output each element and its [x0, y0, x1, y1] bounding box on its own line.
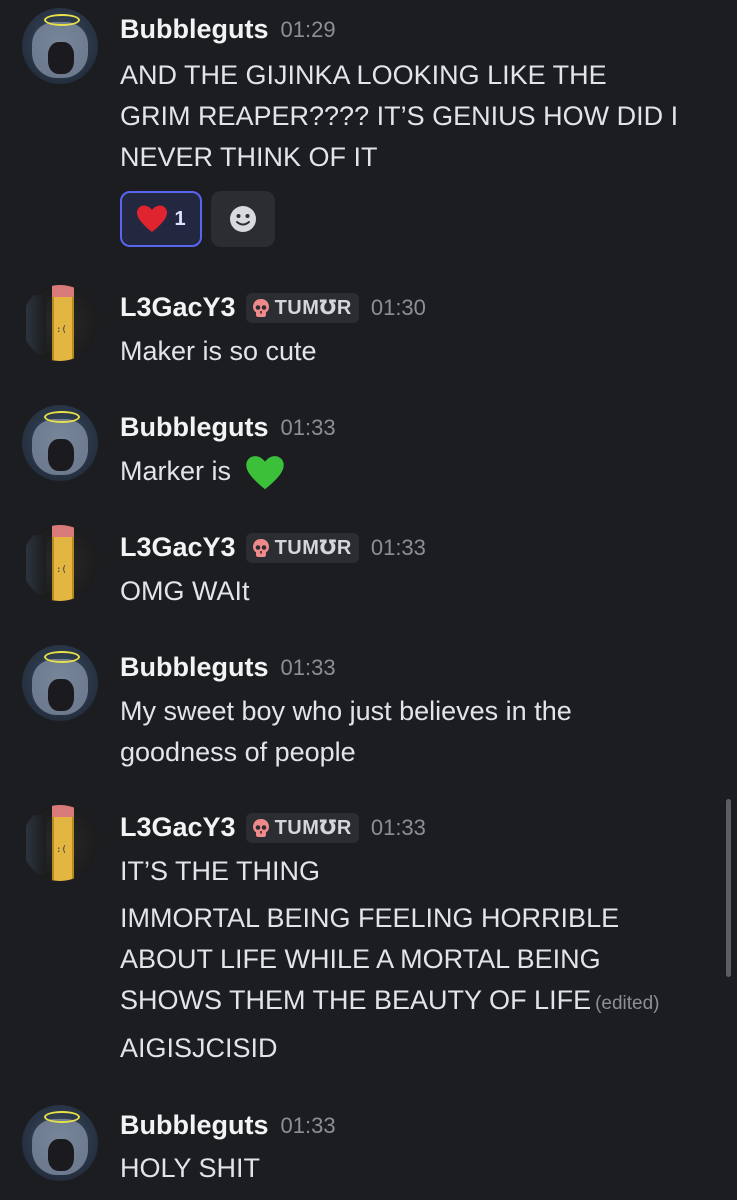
message-line: Maker is so cute — [120, 336, 317, 366]
author-name[interactable]: Bubbleguts — [120, 1110, 269, 1141]
role-tag[interactable]: TUM℧R — [245, 292, 359, 323]
avatar[interactable] — [22, 405, 98, 481]
avatar[interactable]: :( — [22, 805, 98, 881]
author-name[interactable]: L3GacY3 — [120, 292, 236, 323]
role-tag[interactable]: TUM℧R — [245, 532, 359, 563]
author-name[interactable]: Bubbleguts — [120, 412, 269, 443]
edited-label: (edited) — [595, 993, 660, 1014]
message-line: goodness of people — [120, 737, 356, 767]
message-line: Marker is — [120, 456, 232, 486]
avatar[interactable] — [22, 8, 98, 84]
message-line: SHOWS THEM THE BEAUTY OF LIFE — [120, 985, 592, 1015]
avatar[interactable]: :( — [22, 525, 98, 601]
message-line: IT’S THE THING — [120, 856, 321, 886]
message-line-container: SHOWS THEM THE BEAUTY OF LIFE (edited) — [120, 980, 660, 1024]
scrollbar[interactable] — [726, 799, 731, 977]
role-tag-label: TUM℧R — [274, 537, 352, 559]
author-name[interactable]: Bubbleguts — [120, 14, 269, 45]
chat-message-list: Bubbleguts 01:29 AND THE GIJINKA LOOKING… — [0, 0, 737, 1200]
message-line-container: Marker is — [120, 451, 285, 492]
timestamp: 01:33 — [370, 814, 426, 840]
timestamp: 01:29 — [280, 16, 336, 42]
skull-icon — [252, 298, 269, 317]
green-heart-icon — [245, 456, 284, 490]
avatar[interactable]: :( — [22, 285, 98, 361]
avatar[interactable] — [22, 645, 98, 721]
message-line: OMG WAIt — [120, 576, 250, 606]
timestamp: 01:33 — [280, 414, 336, 440]
timestamp: 01:33 — [370, 534, 426, 560]
timestamp: 01:33 — [280, 654, 336, 680]
heart-icon — [137, 205, 168, 232]
avatar[interactable] — [22, 1105, 98, 1181]
message-line: ABOUT LIFE WHILE A MORTAL BEING — [120, 944, 601, 974]
role-tag-label: TUM℧R — [274, 817, 352, 839]
author-name[interactable]: L3GacY3 — [120, 812, 236, 843]
reaction-count: 1 — [174, 207, 186, 230]
skull-icon — [252, 538, 269, 557]
reaction-heart-button[interactable]: 1 — [120, 191, 202, 247]
message-line: HOLY SHIT — [120, 1153, 261, 1183]
add-reaction-button[interactable] — [211, 191, 275, 247]
skull-icon — [252, 818, 269, 837]
author-name[interactable]: Bubbleguts — [120, 652, 269, 683]
message-line: NEVER THINK OF IT — [120, 142, 378, 172]
role-tag-label: TUM℧R — [274, 297, 352, 319]
author-name[interactable]: L3GacY3 — [120, 532, 236, 563]
message-line: AIGISJCISID — [120, 1033, 278, 1063]
timestamp: 01:30 — [370, 294, 426, 320]
role-tag[interactable]: TUM℧R — [245, 812, 359, 843]
message-line: AND THE GIJINKA LOOKING LIKE THE — [120, 60, 607, 90]
message-line: IMMORTAL BEING FEELING HORRIBLE — [120, 903, 620, 933]
smiley-icon — [230, 206, 256, 232]
timestamp: 01:33 — [280, 1112, 336, 1138]
message-line: GRIM REAPER???? IT’S GENIUS HOW DID I — [120, 101, 679, 131]
message-line: My sweet boy who just believes in the — [120, 696, 572, 726]
